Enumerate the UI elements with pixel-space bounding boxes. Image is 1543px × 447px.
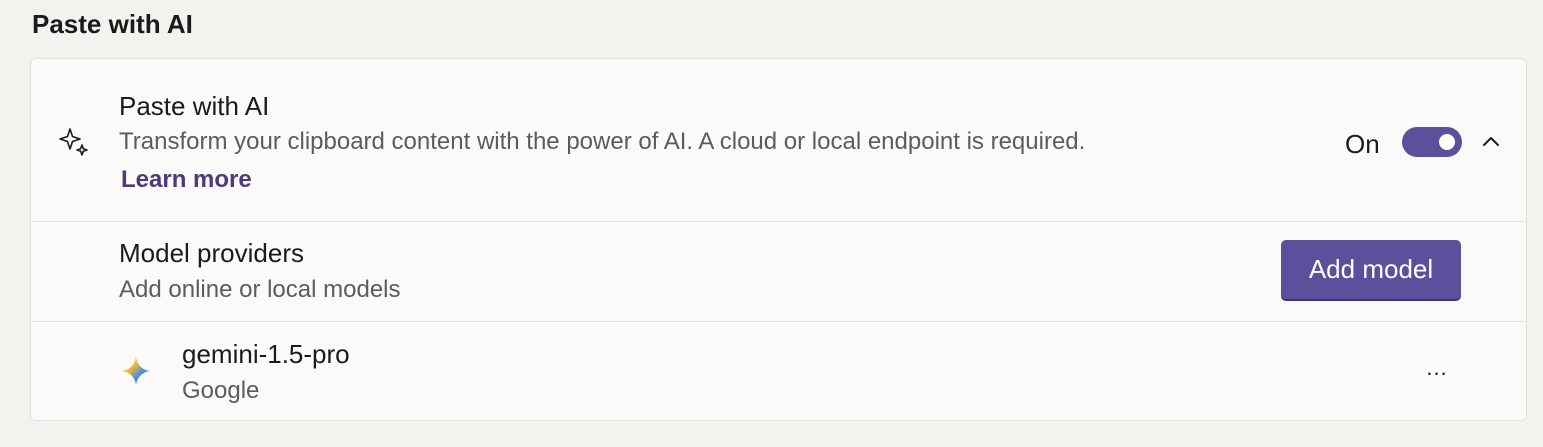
paste-with-ai-setting-row: Paste with AI Transform your clipboard c… [31,59,1526,221]
section-title: Paste with AI [32,9,193,39]
model-provider: Google [182,377,260,404]
paste-with-ai-toggle[interactable] [1402,127,1462,157]
setting-title: Paste with AI [119,91,270,121]
gemini-icon [121,356,151,386]
model-providers-title: Model providers [119,238,304,268]
toggle-state-label: On [1345,129,1380,159]
learn-more-link[interactable]: Learn more [121,166,252,194]
more-options-button[interactable]: ... [1419,350,1455,386]
toggle-knob [1439,134,1455,150]
model-providers-row: Model providers Add online or local mode… [31,221,1526,321]
add-model-button[interactable]: Add model [1281,240,1461,299]
sparkle-icon [57,125,91,159]
model-list-item: gemini-1.5-pro Google ... [31,321,1526,420]
model-providers-description: Add online or local models [119,276,401,303]
settings-page: Paste with AI Paste with AI Transform yo… [0,0,1543,447]
paste-with-ai-card: Paste with AI Transform your clipboard c… [30,58,1527,421]
model-name: gemini-1.5-pro [182,339,350,369]
chevron-up-icon[interactable] [1479,130,1503,154]
setting-description: Transform your clipboard content with th… [119,128,1086,155]
